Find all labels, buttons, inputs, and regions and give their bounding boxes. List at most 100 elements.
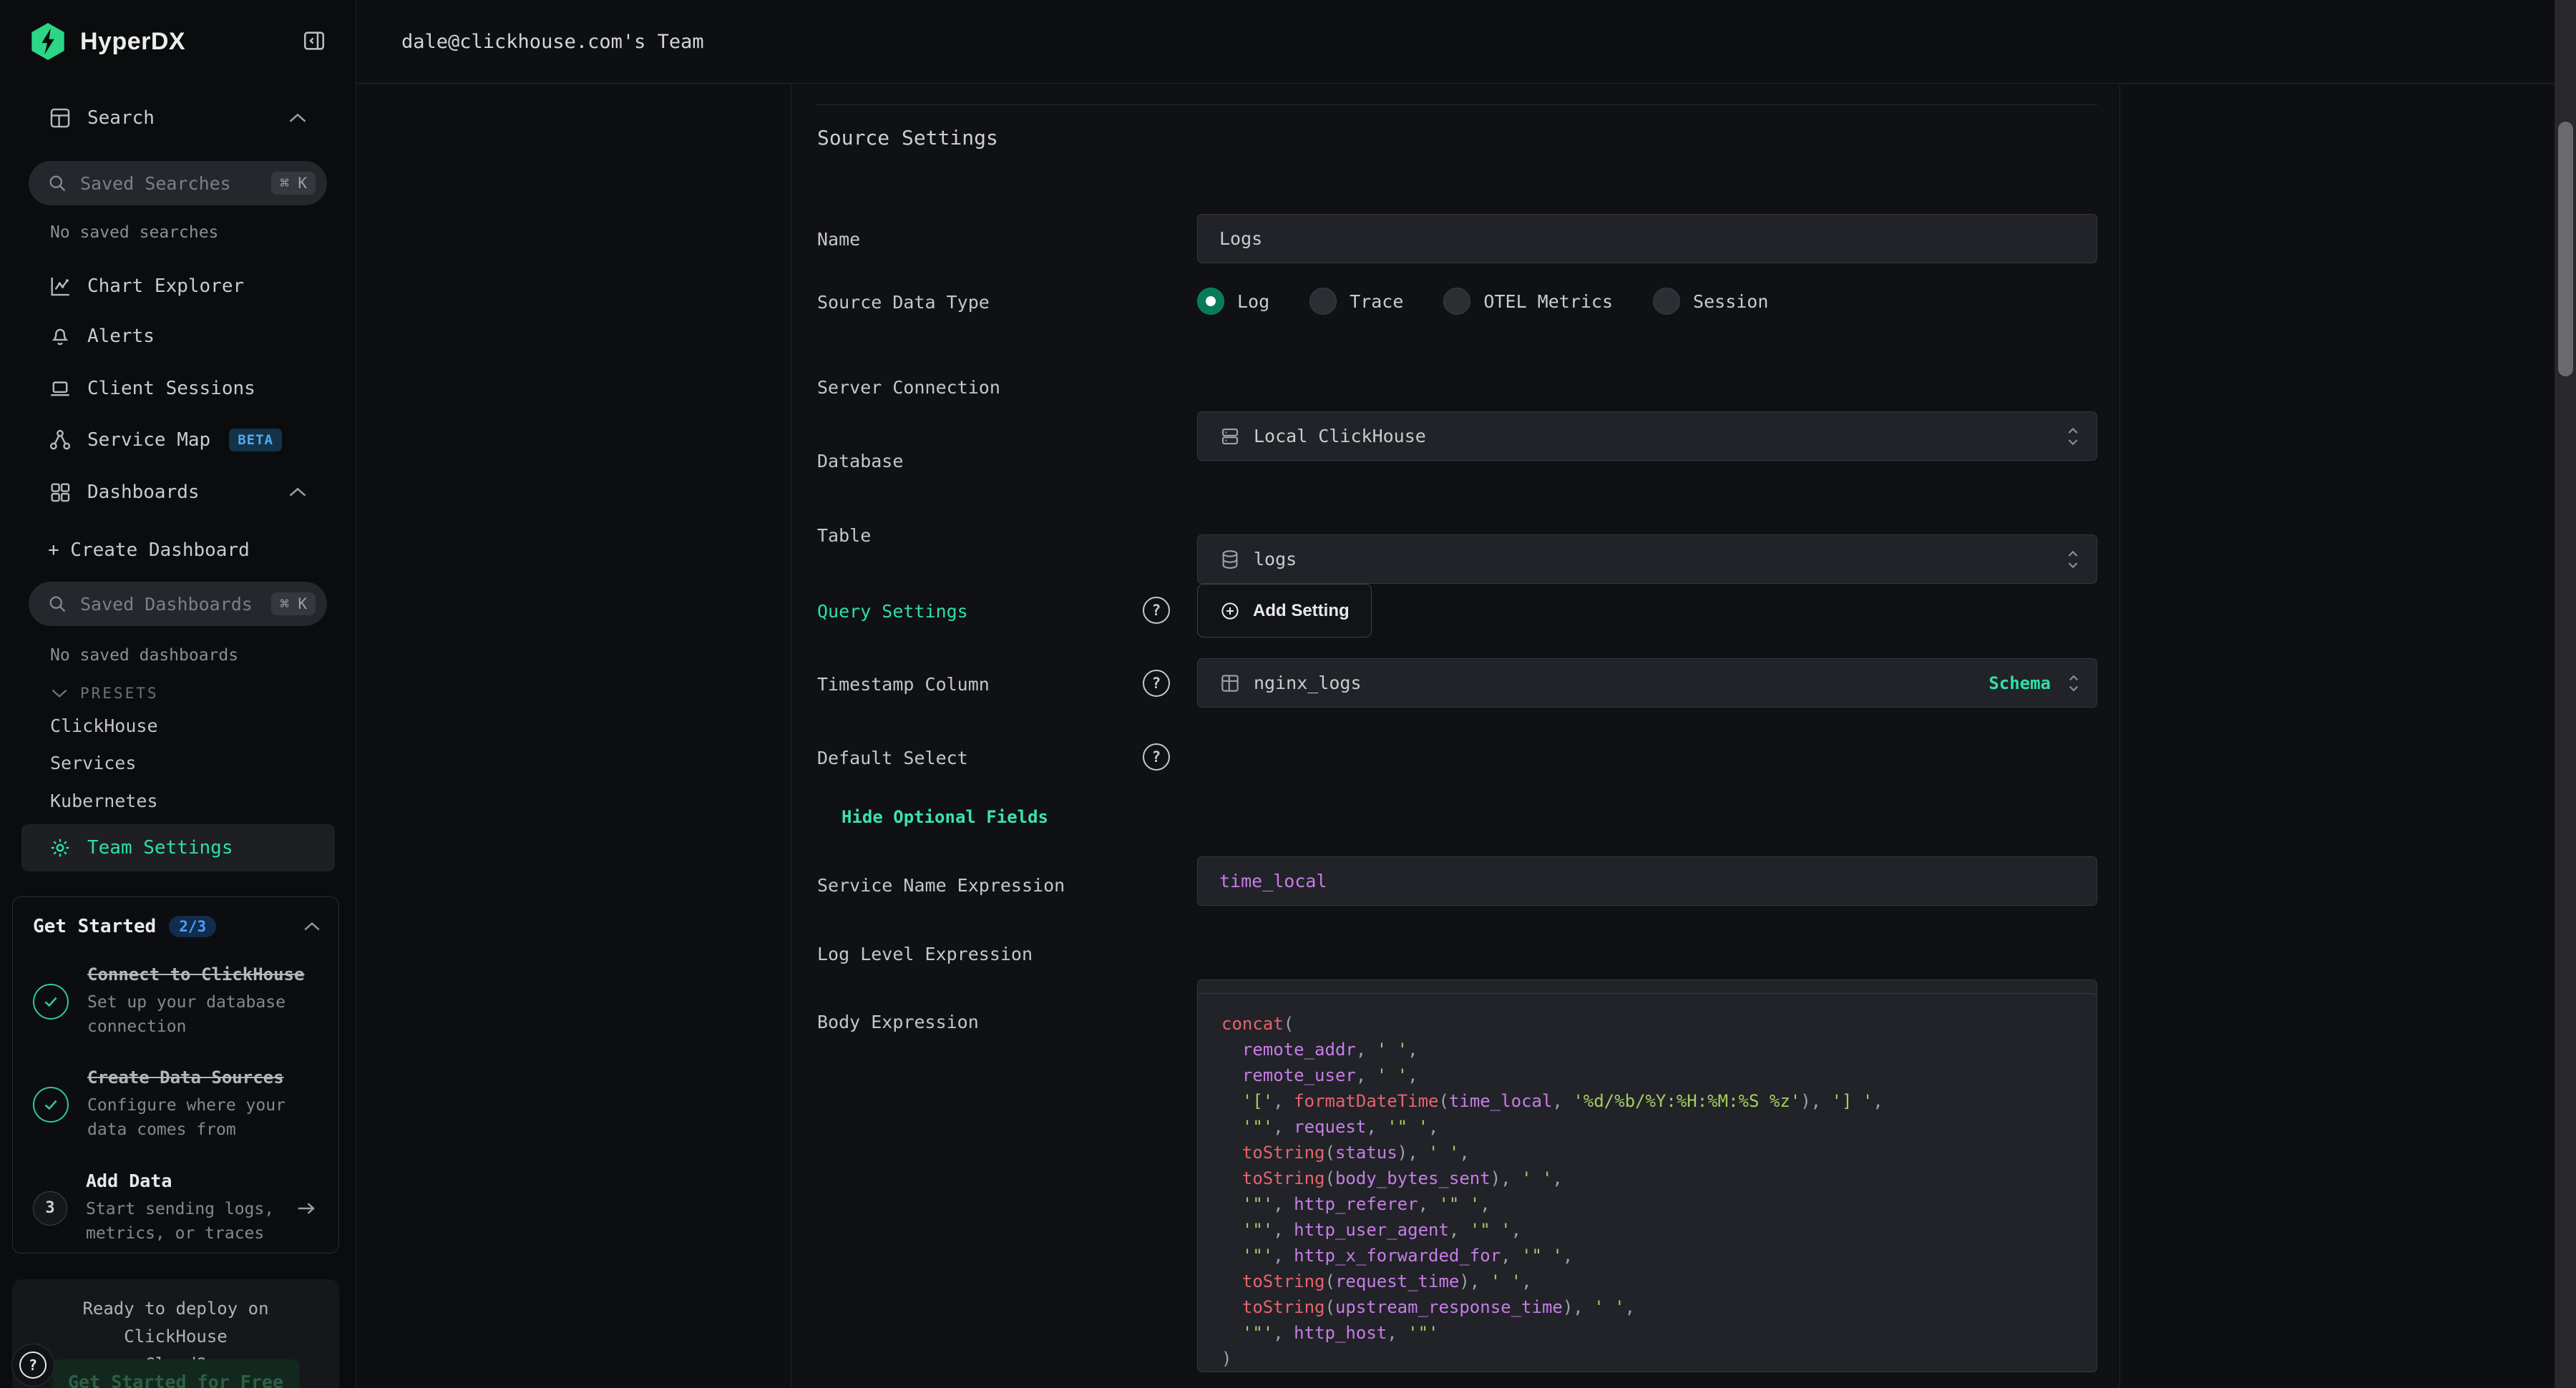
saved-searches-placeholder: Saved Searches <box>80 173 271 194</box>
hyperdx-logo-icon <box>29 22 67 61</box>
section-divider <box>817 104 2097 105</box>
app-title: HyperDX <box>80 28 185 56</box>
sidebar-item-search[interactable]: Search <box>0 99 356 137</box>
help-button[interactable]: ? <box>11 1344 54 1387</box>
no-saved-dashboards-text: No saved dashboards <box>50 646 238 665</box>
step-create-data-sources[interactable]: Create Data Sources Configure where your… <box>33 1067 321 1142</box>
check-circle-icon <box>33 1087 69 1123</box>
radio-icon <box>1653 288 1680 315</box>
chevron-up-icon[interactable] <box>303 921 321 932</box>
radio-icon <box>1309 288 1337 315</box>
server-icon <box>1219 426 1241 447</box>
scrollbar-thumb[interactable] <box>2558 122 2573 376</box>
service-name-label: Service Name Expression <box>817 875 1065 896</box>
sidebar-item-team-settings[interactable]: Team Settings <box>21 824 335 871</box>
timestamp-help-icon[interactable]: ? <box>1143 670 1170 697</box>
timestamp-column-label: Timestamp Column <box>817 674 990 695</box>
database-icon <box>1219 549 1241 570</box>
table-label: Table <box>817 525 871 546</box>
step-title: Connect to ClickHouse <box>87 964 321 984</box>
preset-kubernetes[interactable]: Kubernetes <box>50 791 158 811</box>
arrow-right-icon <box>296 1200 317 1217</box>
presets-toggle[interactable]: PRESETS <box>50 685 159 702</box>
table-select[interactable]: nginx_logs Schema <box>1197 658 2097 708</box>
add-setting-button[interactable]: Add Setting <box>1197 584 1372 637</box>
name-input[interactable]: Logs <box>1197 214 2097 263</box>
source-data-type-label: Source Data Type <box>817 292 990 313</box>
preset-services[interactable]: Services <box>50 753 136 773</box>
page-title: Source Settings <box>817 126 998 150</box>
get-started-card: Get Started 2/3 Connect to ClickHouse Se… <box>12 896 339 1253</box>
timestamp-column-input[interactable]: time_local <box>1197 856 2097 906</box>
sidebar-item-dashboards[interactable]: Dashboards <box>0 473 356 512</box>
server-connection-label: Server Connection <box>817 377 1000 398</box>
chevron-up-icon[interactable] <box>288 112 308 124</box>
sidebar-collapse-icon[interactable] <box>301 29 327 53</box>
shortcut-badge: ⌘ K <box>271 592 316 615</box>
no-saved-searches-text: No saved searches <box>50 223 218 242</box>
body-expression-editor[interactable]: concat( remote_addr, ' ', remote_user, '… <box>1197 993 2097 1372</box>
service-map-icon <box>48 428 72 452</box>
sidebar-item-label: Client Sessions <box>87 378 255 399</box>
sidebar-item-label: Search <box>87 107 155 129</box>
logo-row: HyperDX <box>29 21 327 62</box>
source-data-type-radios: Log Trace OTEL Metrics Session <box>1197 288 1768 315</box>
radio-selected-icon <box>1197 288 1224 315</box>
step-number-badge: 3 <box>33 1191 67 1226</box>
default-select-label: Default Select <box>817 748 968 768</box>
schema-link[interactable]: Schema <box>1989 673 2051 693</box>
create-dashboard-button[interactable]: + Create Dashboard <box>0 531 356 570</box>
bell-icon <box>48 324 72 348</box>
radio-log[interactable]: Log <box>1197 288 1269 315</box>
table-value: nginx_logs <box>1254 673 1362 693</box>
cloud-promo-card: Ready to deploy on ClickHouse Cloud? Get… <box>12 1279 339 1388</box>
name-label: Name <box>817 229 860 250</box>
radio-trace[interactable]: Trace <box>1309 288 1403 315</box>
get-started-free-button[interactable]: Get Started for Free <box>52 1359 299 1388</box>
sidebar-item-label: Chart Explorer <box>87 275 244 297</box>
step-title: Create Data Sources <box>87 1067 321 1088</box>
select-chevrons-icon <box>2065 549 2081 570</box>
scrollbar-track[interactable] <box>2555 0 2576 1388</box>
hide-optional-fields-link[interactable]: Hide Optional Fields <box>841 807 1048 827</box>
sidebar-item-alerts[interactable]: Alerts <box>0 317 356 356</box>
get-started-title: Get Started <box>33 916 156 937</box>
database-value: logs <box>1254 549 1297 570</box>
shortcut-badge: ⌘ K <box>271 172 316 195</box>
step-description: Start sending logs, metrics, or traces <box>86 1197 321 1246</box>
saved-dashboards-placeholder: Saved Dashboards <box>80 594 271 615</box>
chart-explorer-icon <box>48 274 72 298</box>
source-settings-panel: Source Settings Name Logs Source Data Ty… <box>791 84 2120 1388</box>
step-description: Set up your database connection <box>87 990 321 1039</box>
create-dashboard-label: + Create Dashboard <box>48 539 250 561</box>
sidebar-item-client-sessions[interactable]: Client Sessions <box>0 369 356 408</box>
timestamp-column-value: time_local <box>1219 871 1327 891</box>
sidebar-item-chart-explorer[interactable]: Chart Explorer <box>0 267 356 306</box>
table-icon <box>1219 673 1241 694</box>
step-add-data[interactable]: 3 Add Data Start sending logs, metrics, … <box>33 1170 321 1246</box>
plus-circle-icon <box>1219 600 1241 622</box>
radio-session[interactable]: Session <box>1653 288 1768 315</box>
saved-searches-input[interactable]: Saved Searches ⌘ K <box>29 161 327 205</box>
preset-clickhouse[interactable]: ClickHouse <box>50 715 158 736</box>
laptop-icon <box>48 376 72 401</box>
radio-otel-metrics[interactable]: OTEL Metrics <box>1443 288 1613 315</box>
step-title: Add Data <box>86 1170 321 1191</box>
server-connection-value: Local ClickHouse <box>1254 426 1426 446</box>
presets-label: PRESETS <box>80 685 159 702</box>
team-title: dale@clickhouse.com's Team <box>401 31 704 53</box>
chevron-up-icon[interactable] <box>288 486 308 499</box>
sidebar-item-label: Dashboards <box>87 482 200 503</box>
search-icon <box>47 173 67 193</box>
radio-icon <box>1443 288 1470 315</box>
body-expression-label: Body Expression <box>817 1012 979 1032</box>
select-chevrons-icon <box>2065 426 2081 447</box>
saved-dashboards-input[interactable]: Saved Dashboards ⌘ K <box>29 582 327 626</box>
query-settings-help-icon[interactable]: ? <box>1143 597 1170 624</box>
default-select-help-icon[interactable]: ? <box>1143 743 1170 771</box>
get-started-header[interactable]: Get Started 2/3 <box>33 916 321 937</box>
server-connection-select[interactable]: Local ClickHouse <box>1197 411 2097 461</box>
step-connect-clickhouse[interactable]: Connect to ClickHouse Set up your databa… <box>33 964 321 1039</box>
sidebar-item-service-map[interactable]: Service Map BETA <box>0 421 356 459</box>
database-select[interactable]: logs <box>1197 534 2097 584</box>
